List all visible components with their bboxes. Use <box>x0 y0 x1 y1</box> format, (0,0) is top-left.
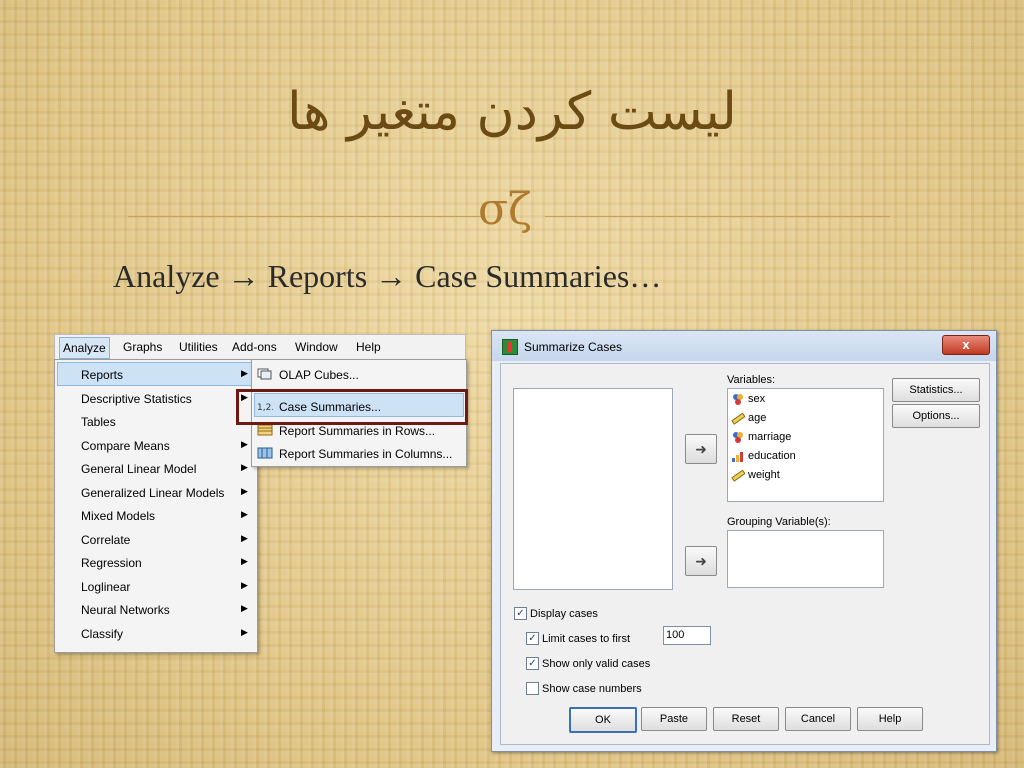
cancel-button[interactable]: Cancel <box>785 707 851 731</box>
display-cases-label: Display cases <box>530 608 598 620</box>
menu-item-reports[interactable]: Reports <box>81 368 123 382</box>
menubar: Analyze Graphs Utilities Add-ons Window … <box>54 334 466 360</box>
menu-item-report-summaries-rows[interactable]: Report Summaries in Rows... <box>279 424 435 438</box>
menu-analyze[interactable]: Analyze <box>59 337 110 359</box>
limit-cases-label: Limit cases to first <box>542 633 631 645</box>
show-valid-cases-label: Show only valid cases <box>542 658 651 670</box>
grouping-variables-label: Grouping Variable(s): <box>727 516 831 528</box>
show-valid-cases-checkbox[interactable]: ✓ <box>526 657 539 670</box>
spss-app-icon <box>502 339 518 355</box>
menu-utilities[interactable]: Utilities <box>179 340 218 354</box>
submenu-arrow-icon: ▶ <box>241 580 248 590</box>
limit-cases-input[interactable]: 100 <box>663 626 711 645</box>
variable-age[interactable]: age <box>748 412 766 424</box>
dialog-body: Variables: sex age marriage education we… <box>500 363 990 745</box>
ornament-icon: σζ <box>478 184 532 235</box>
submenu-arrow-icon: ▶ <box>241 486 248 496</box>
menu-item-tables[interactable]: Tables <box>81 415 116 429</box>
menu-item-regression[interactable]: Regression <box>81 556 142 570</box>
dialog-title: Summarize Cases <box>524 340 623 354</box>
summarize-cases-dialog: Summarize Cases x Variables: sex age mar… <box>491 330 997 752</box>
menu-item-descriptive-statistics[interactable]: Descriptive Statistics <box>81 392 192 406</box>
move-to-grouping-button[interactable]: ➜ <box>685 546 717 576</box>
menu-add-ons[interactable]: Add-ons <box>232 340 277 354</box>
scale-ruler-icon <box>731 412 745 425</box>
grouping-variables-list[interactable] <box>727 530 884 588</box>
reset-button[interactable]: Reset <box>713 707 779 731</box>
submenu-arrow-icon: ▶ <box>241 627 248 637</box>
divider-right <box>545 216 890 217</box>
paste-button[interactable]: Paste <box>641 707 707 731</box>
variable-education[interactable]: education <box>748 450 796 462</box>
menu-item-classify[interactable]: Classify <box>81 627 123 641</box>
ok-button[interactable]: OK <box>569 707 637 733</box>
menu-item-olap-cubes[interactable]: OLAP Cubes... <box>279 368 359 382</box>
menu-help[interactable]: Help <box>356 340 381 354</box>
olap-cubes-icon <box>257 368 272 380</box>
help-button[interactable]: Help <box>857 707 923 731</box>
ordinal-icon <box>732 452 743 462</box>
highlight-frame <box>236 389 468 425</box>
variable-marriage[interactable]: marriage <box>748 431 791 443</box>
limit-cases-checkbox[interactable]: ✓ <box>526 632 539 645</box>
show-case-numbers-label: Show case numbers <box>542 683 642 695</box>
menu-item-loglinear[interactable]: Loglinear <box>81 580 130 594</box>
options-button[interactable]: Options... <box>892 404 980 428</box>
show-case-numbers-checkbox[interactable] <box>526 682 539 695</box>
menu-item-neural-networks[interactable]: Neural Networks <box>81 603 170 617</box>
menu-item-mixed-models[interactable]: Mixed Models <box>81 509 155 523</box>
variable-weight[interactable]: weight <box>748 469 780 481</box>
statistics-button[interactable]: Statistics... <box>892 378 980 402</box>
slide-title: لیست کردن متغیر ها <box>287 82 737 142</box>
close-button[interactable]: x <box>942 335 990 355</box>
report-columns-icon <box>257 447 273 459</box>
submenu-arrow-icon: ▶ <box>241 603 248 613</box>
report-rows-icon <box>257 424 273 436</box>
display-cases-checkbox[interactable]: ✓ <box>514 607 527 620</box>
menu-item-general-linear-model[interactable]: General Linear Model <box>81 462 196 476</box>
submenu-arrow-icon: ▶ <box>241 439 248 449</box>
scale-ruler-icon <box>731 469 745 482</box>
menu-item-compare-means[interactable]: Compare Means <box>81 439 170 453</box>
submenu-arrow-icon: ▶ <box>241 462 248 472</box>
dialog-titlebar: Summarize Cases x <box>492 331 996 361</box>
menu-item-report-summaries-columns[interactable]: Report Summaries in Columns... <box>279 447 452 461</box>
submenu-arrow-icon: ▶ <box>241 509 248 519</box>
variables-list[interactable]: sex age marriage education weight <box>727 388 884 502</box>
menu-item-generalized-linear-models[interactable]: Generalized Linear Models <box>81 486 224 500</box>
subtitle: Analyze → Reports → Case Summaries… <box>113 258 662 294</box>
submenu-arrow-icon: ▶ <box>241 533 248 543</box>
submenu-arrow-icon: ▶ <box>241 368 248 378</box>
variables-label: Variables: <box>727 374 776 386</box>
menu-graphs[interactable]: Graphs <box>123 340 162 354</box>
nominal-icon <box>733 394 743 405</box>
submenu-arrow-icon: ▶ <box>241 556 248 566</box>
analyze-menu: Reports ▶ Descriptive Statistics ▶ Table… <box>54 359 258 653</box>
divider-left <box>128 216 483 217</box>
move-to-variables-button[interactable]: ➜ <box>685 434 717 464</box>
nominal-icon <box>733 432 743 443</box>
menu-window[interactable]: Window <box>295 340 338 354</box>
variable-sex[interactable]: sex <box>748 393 765 405</box>
source-variable-list[interactable] <box>513 388 673 590</box>
menu-item-correlate[interactable]: Correlate <box>81 533 130 547</box>
